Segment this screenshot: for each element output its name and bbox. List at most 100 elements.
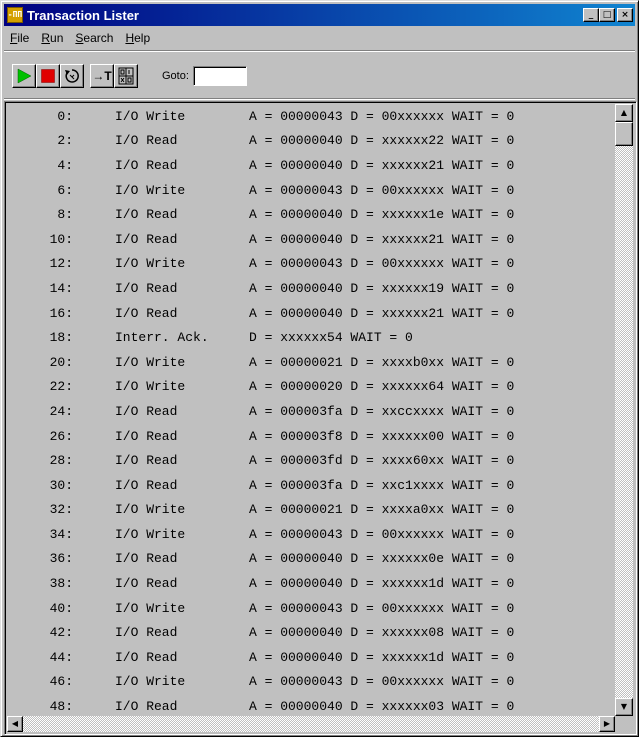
row-index: 36: — [49, 551, 73, 567]
row-detail: A = 00000040 D = xxxxxx19 WAIT = 0 — [249, 280, 515, 296]
row-index: 10: — [49, 231, 73, 247]
row-kind: I/O Write — [115, 674, 186, 690]
minimize-button[interactable]: _ — [583, 8, 599, 22]
transaction-list-frame: 0: I/O Write A = 00000043 D = 00xxxxxx WAI… — [4, 101, 637, 735]
row-detail: A = 00000040 D = xxxxxx1d WAIT = 0 — [249, 576, 515, 592]
vertical-scrollbar[interactable]: ▲ ▼ — [615, 104, 633, 716]
row-index: 24: — [49, 403, 73, 419]
row-detail: A = 00000040 D = xxxxxx1e WAIT = 0 — [249, 207, 515, 223]
row-index: 28: — [49, 453, 73, 469]
transaction-row[interactable]: 44: I/O Read A = 00000040 D = xxxxxx1d WAI… — [7, 645, 615, 670]
run-button[interactable] — [12, 64, 36, 88]
row-kind: I/O Read — [115, 403, 178, 419]
menu-file[interactable]: File — [4, 31, 35, 45]
scroll-down-button[interactable]: ▼ — [615, 698, 633, 716]
transaction-row[interactable]: 8: I/O Read A = 00000040 D = xxxxxx1e WAIT… — [7, 202, 615, 227]
transaction-row[interactable]: 32: I/O Write A = 00000021 D = xxxxa0xx WA… — [7, 498, 615, 523]
row-detail: A = 00000040 D = xxxxxx21 WAIT = 0 — [249, 157, 515, 173]
row-index: 44: — [49, 649, 73, 665]
row-kind: I/O Read — [115, 207, 178, 223]
menu-help[interactable]: Help — [119, 31, 156, 45]
transaction-row[interactable]: 28: I/O Read A = 000003fd D = xxxx60xx WAI… — [7, 448, 615, 473]
menu-search[interactable]: Search — [69, 31, 119, 45]
caption-buttons: _ □ × — [583, 8, 633, 22]
transaction-row[interactable]: 10: I/O Read A = 00000040 D = xxxxxx21 WAI… — [7, 227, 615, 252]
transaction-row[interactable]: 12: I/O Write A = 00000043 D = 00xxxxxx WA… — [7, 252, 615, 277]
toolbar: →T Goto: — [4, 53, 635, 99]
transaction-row[interactable]: 14: I/O Read A = 00000040 D = xxxxxx19 WAI… — [7, 276, 615, 301]
row-kind: I/O Read — [115, 625, 178, 641]
binary-hex-button[interactable] — [114, 64, 138, 88]
transaction-row[interactable]: 26: I/O Read A = 000003f8 D = xxxxxx00 WAI… — [7, 424, 615, 449]
row-detail: A = 00000043 D = 00xxxxxx WAIT = 0 — [249, 108, 515, 124]
row-index: 16: — [49, 305, 73, 321]
row-index: 48: — [49, 699, 73, 715]
transaction-row[interactable]: 20: I/O Write A = 00000021 D = xxxxb0xx WA… — [7, 350, 615, 375]
loop-button[interactable] — [60, 64, 84, 88]
row-kind: I/O Read — [115, 133, 178, 149]
transaction-row[interactable]: 40: I/O Write A = 00000043 D = 00xxxxxx WA… — [7, 596, 615, 621]
row-kind: I/O Read — [115, 280, 178, 296]
menu-separator — [4, 50, 635, 52]
row-kind: I/O Write — [115, 108, 186, 124]
scroll-left-button[interactable]: ◀ — [7, 716, 23, 732]
transaction-row[interactable]: 24: I/O Read A = 000003fa D = xxccxxxx WAI… — [7, 399, 615, 424]
transaction-row[interactable]: 2: I/O Read A = 00000040 D = xxxxxx22 WAIT… — [7, 129, 615, 154]
maximize-button[interactable]: □ — [599, 8, 615, 22]
row-kind: I/O Read — [115, 453, 178, 469]
row-index: 12: — [49, 256, 73, 272]
transaction-row[interactable]: 16: I/O Read A = 00000040 D = xxxxxx21 WAI… — [7, 301, 615, 326]
row-index: 14: — [49, 280, 73, 296]
row-kind: I/O Read — [115, 576, 178, 592]
title-bar[interactable]: -ПП Transaction Lister _ □ × — [4, 4, 635, 26]
arrow-left-icon: ◀ — [11, 719, 19, 728]
row-kind: I/O Write — [115, 256, 186, 272]
transaction-row[interactable]: 22: I/O Write A = 00000020 D = xxxxxx64 WA… — [7, 375, 615, 400]
transaction-list[interactable]: 0: I/O Write A = 00000043 D = 00xxxxxx WAI… — [7, 104, 615, 716]
arrow-down-icon: ▼ — [620, 702, 628, 711]
row-detail: A = 00000040 D = xxxxxx1d WAIT = 0 — [249, 649, 515, 665]
menu-file-label: File — [10, 31, 30, 45]
row-detail: A = 00000043 D = 00xxxxxx WAIT = 0 — [249, 526, 515, 542]
transaction-row[interactable]: 48: I/O Read A = 00000040 D = xxxxxx03 WAI… — [7, 694, 615, 716]
transaction-row[interactable]: 36: I/O Read A = 00000040 D = xxxxxx0e WAI… — [7, 547, 615, 572]
view-controls: →T — [90, 64, 138, 88]
transaction-row[interactable]: 0: I/O Write A = 00000043 D = 00xxxxxx WAI… — [7, 104, 615, 129]
scroll-up-button[interactable]: ▲ — [615, 104, 633, 122]
horizontal-scrollbar[interactable]: ◀ ▶ — [7, 716, 615, 732]
app-icon[interactable]: -ПП — [7, 7, 23, 23]
row-index: 46: — [49, 674, 73, 690]
transaction-row[interactable]: 4: I/O Read A = 00000040 D = xxxxxx21 WAIT… — [7, 153, 615, 178]
row-detail: A = 00000040 D = xxxxxx08 WAIT = 0 — [249, 625, 515, 641]
row-kind: I/O Write — [115, 379, 186, 395]
transaction-row[interactable]: 42: I/O Read A = 00000040 D = xxxxxx08 WAI… — [7, 620, 615, 645]
row-detail: A = 00000040 D = xxxxxx21 WAIT = 0 — [249, 305, 515, 321]
row-kind: I/O Write — [115, 354, 186, 370]
toolbar-separator — [4, 98, 635, 100]
transaction-row[interactable]: 18: Interr. Ack. D = xxxxxx54 WAIT = 0 — [7, 325, 615, 350]
menu-run[interactable]: Run — [35, 31, 69, 45]
row-kind: I/O Write — [115, 502, 186, 518]
vertical-scroll-thumb[interactable] — [615, 122, 633, 146]
row-detail: A = 00000043 D = 00xxxxxx WAIT = 0 — [249, 674, 515, 690]
row-index: 0: — [57, 108, 73, 124]
transaction-row[interactable]: 6: I/O Write A = 00000043 D = 00xxxxxx WAI… — [7, 178, 615, 203]
scroll-right-button[interactable]: ▶ — [599, 716, 615, 732]
stop-icon — [41, 69, 55, 83]
transaction-row[interactable]: 38: I/O Read A = 00000040 D = xxxxxx1d WAI… — [7, 571, 615, 596]
row-detail: D = xxxxxx54 WAIT = 0 — [249, 330, 413, 346]
close-button[interactable]: × — [617, 8, 633, 22]
row-kind: I/O Read — [115, 551, 178, 567]
transaction-row[interactable]: 34: I/O Write A = 00000043 D = 00xxxxxx WA… — [7, 522, 615, 547]
transaction-row[interactable]: 46: I/O Write A = 00000043 D = 00xxxxxx WA… — [7, 670, 615, 695]
stop-button[interactable] — [36, 64, 60, 88]
transaction-row[interactable]: 30: I/O Read A = 000003fa D = xxc1xxxx WAI… — [7, 473, 615, 498]
row-detail: A = 00000040 D = xxxxxx0e WAIT = 0 — [249, 551, 515, 567]
maximize-icon: □ — [602, 9, 612, 20]
row-kind: I/O Read — [115, 649, 178, 665]
row-index: 38: — [49, 576, 73, 592]
run-icon — [17, 68, 32, 84]
goto-input[interactable] — [192, 66, 247, 86]
trigger-button[interactable]: →T — [90, 64, 114, 88]
menu-help-label: Help — [125, 31, 151, 45]
